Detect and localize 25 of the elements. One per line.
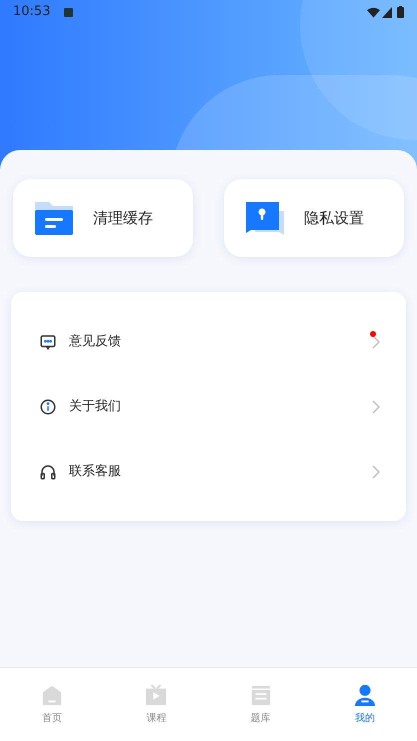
signal-icon bbox=[382, 6, 392, 18]
nav-tab[interactable]: 题库 bbox=[208, 668, 313, 741]
home-icon bbox=[41, 684, 64, 706]
document-icon bbox=[250, 684, 272, 706]
quick-action-card[interactable]: 清理缓存 bbox=[13, 179, 193, 257]
quick-action-card[interactable]: 隐私设置 bbox=[224, 179, 404, 257]
chevron-right-icon bbox=[372, 464, 380, 478]
nav-tab[interactable]: 我的 bbox=[312, 668, 417, 741]
nav-tab[interactable]: 首页 bbox=[0, 668, 104, 741]
menu-item[interactable]: 联系客服 bbox=[11, 439, 406, 504]
battery-icon bbox=[397, 6, 404, 18]
info-icon bbox=[39, 398, 57, 416]
chevron-right-icon bbox=[372, 400, 380, 414]
menu-item[interactable]: 意见反馈 bbox=[11, 309, 406, 374]
status-time: 10:53 bbox=[13, 3, 50, 22]
folder-icon bbox=[34, 200, 74, 236]
user-icon bbox=[354, 684, 376, 706]
chevron-right-icon bbox=[372, 334, 380, 348]
nav-tab[interactable]: 课程 bbox=[104, 668, 208, 741]
wifi-icon bbox=[367, 6, 380, 18]
tv-icon bbox=[145, 684, 168, 706]
menu-item[interactable]: 关于我们 bbox=[11, 374, 406, 439]
lock-chat-icon bbox=[245, 201, 285, 235]
headphones-icon bbox=[39, 462, 57, 480]
message-icon bbox=[39, 332, 57, 350]
